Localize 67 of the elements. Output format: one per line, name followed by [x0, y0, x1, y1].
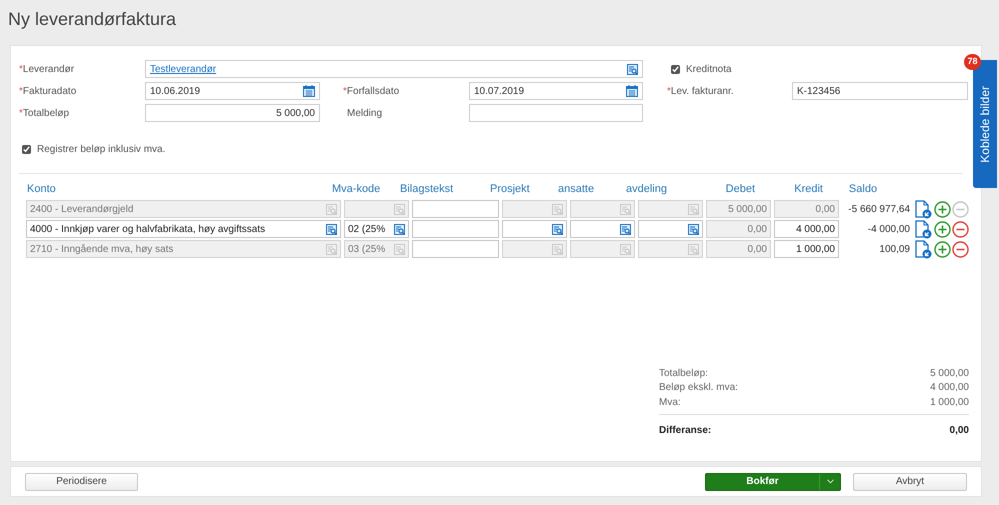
summary-value: 5 000,00 — [930, 366, 969, 381]
page-title: Ny leverandørfaktura — [7, 8, 178, 31]
table-input[interactable] — [412, 220, 499, 238]
periodize-button[interactable]: Periodisere — [25, 472, 138, 490]
add-row-icon[interactable] — [934, 240, 951, 258]
credit-note-checkbox[interactable] — [671, 64, 680, 74]
summary-label: Totalbeløp: — [659, 366, 708, 381]
summary-value: 0,00 — [950, 424, 969, 438]
document-link-icon[interactable] — [914, 220, 933, 238]
field-label: *Totalbeløp — [19, 106, 70, 120]
summary-label: Mva: — [659, 396, 681, 410]
field-label: Melding — [346, 106, 384, 120]
table-input[interactable] — [412, 200, 499, 218]
summary-label: Beløp ekskl. mva: — [659, 381, 738, 396]
table-input[interactable]: 02 (25% — [344, 220, 409, 238]
table-input[interactable]: 4000 - Innkjøp varer og halvfabrikata, høy avgiftssats — [26, 220, 341, 238]
saldo-value: -5 660 977,64 — [847, 202, 910, 216]
column-header[interactable]: Prosjekt — [490, 182, 530, 195]
column-header[interactable]: Bilagstekst — [400, 182, 454, 195]
add-row-icon[interactable] — [934, 220, 951, 238]
date-field[interactable]: 10.06.2019 — [145, 82, 320, 100]
summary-value: 1 000,00 — [930, 396, 969, 410]
document-link-icon[interactable] — [914, 200, 933, 218]
summary-value: 4 000,00 — [930, 381, 969, 396]
table-input[interactable] — [502, 220, 567, 238]
summary-label: Differanse: — [659, 424, 712, 438]
add-row-icon[interactable] — [934, 200, 951, 218]
document-link-icon[interactable] — [914, 240, 933, 258]
calendar-icon[interactable] — [303, 85, 315, 97]
table-input[interactable] — [412, 240, 499, 258]
saldo-value: -4 000,00 — [866, 222, 910, 236]
caret-icon[interactable] — [826, 479, 834, 484]
field-label: *Leverandør — [19, 62, 76, 76]
table-input[interactable]: 1 000,00 — [774, 240, 839, 258]
incl-vat-checkbox[interactable] — [22, 145, 31, 154]
column-header[interactable]: Debet — [726, 182, 755, 195]
supplier-field[interactable]: Testleverandør — [145, 60, 643, 78]
message-field[interactable] — [469, 104, 643, 122]
field-label: *Forfallsdato — [343, 84, 400, 98]
search-icon[interactable] — [688, 224, 699, 234]
calendar-icon[interactable] — [626, 85, 638, 97]
search-icon[interactable] — [552, 224, 563, 234]
supplier-link[interactable]: Testleverandør — [150, 62, 216, 76]
field-label: *Fakturadato — [19, 84, 78, 98]
table-input[interactable] — [638, 220, 703, 238]
field-label: *Lev. fakturanr. — [667, 84, 735, 98]
column-header[interactable]: avdeling — [626, 182, 667, 195]
column-header[interactable]: Mva-kode — [332, 182, 380, 195]
date-field[interactable]: 10.07.2019 — [469, 82, 643, 100]
column-header[interactable]: Kredit — [794, 182, 823, 195]
search-icon[interactable] — [620, 224, 631, 234]
saldo-value: 100,09 — [878, 242, 910, 256]
checkbox-label: Kreditnota — [686, 62, 732, 76]
search-icon[interactable] — [326, 224, 337, 234]
search-icon[interactable] — [627, 64, 638, 74]
column-header[interactable]: Konto — [27, 182, 56, 195]
remove-row-icon[interactable] — [952, 220, 969, 238]
text-field[interactable]: K-123456 — [792, 82, 968, 100]
search-icon[interactable] — [394, 224, 405, 234]
amount-field[interactable]: 5 000,00 — [145, 104, 320, 122]
remove-row-icon[interactable] — [952, 240, 969, 258]
table-input[interactable]: 4 000,00 — [774, 220, 839, 238]
column-header[interactable]: Saldo — [848, 182, 878, 195]
cancel-button[interactable]: Avbryt — [853, 472, 967, 490]
table-input[interactable] — [570, 220, 635, 238]
checkbox-label: Registrer beløp inklusiv mva. — [37, 143, 166, 157]
column-header[interactable]: ansatte — [558, 182, 594, 195]
